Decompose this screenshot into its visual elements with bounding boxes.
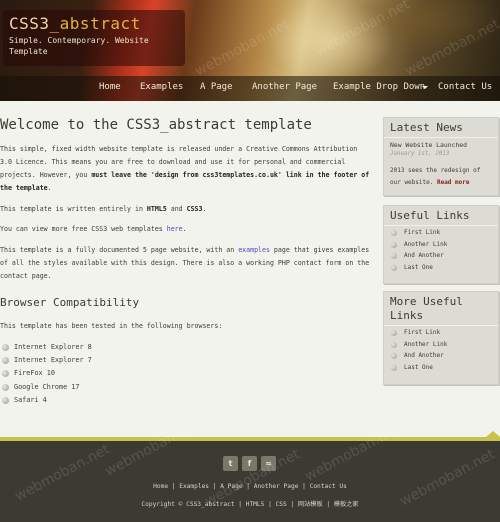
html5-text: This template is written entirely in xyxy=(0,205,147,213)
browser-name: Internet Explorer 7 xyxy=(14,356,92,364)
news-date: January 1st, 2013 xyxy=(390,151,450,157)
intro-end: . xyxy=(47,184,52,192)
documented-text: This template is a fully documented 5 pa… xyxy=(0,246,239,254)
html5-and: and xyxy=(166,205,187,213)
link-label[interactable]: And Another xyxy=(404,352,444,359)
useful-links-title: Useful Links xyxy=(390,209,470,222)
browser-name: FireFox 10 xyxy=(14,369,55,377)
logo-title-main: CSS3 xyxy=(9,14,50,33)
browser-name: Internet Explorer 8 xyxy=(14,343,92,351)
news-text: 2013 sees the redesign of our website. R… xyxy=(390,165,494,189)
link-label[interactable]: Last One xyxy=(404,364,433,371)
menu-item-home[interactable]: Home xyxy=(99,82,121,92)
more-templates-paragraph: You can view more free CSS3 web template… xyxy=(0,223,370,236)
useful-links-box: Useful Links First Link Another Link And… xyxy=(383,205,499,284)
news-headline: New Website Launched xyxy=(390,141,467,149)
bullet-icon xyxy=(2,357,9,364)
bullet-icon xyxy=(391,253,397,259)
bullet-icon xyxy=(391,353,397,359)
css3-bold: CSS3 xyxy=(186,205,203,213)
menu-item-a-page[interactable]: A Page xyxy=(200,82,233,92)
browser-compat-intro: This template has been tested in the fol… xyxy=(0,322,223,330)
link-label[interactable]: First Link xyxy=(404,329,440,336)
bullet-icon xyxy=(391,342,397,348)
link-label[interactable]: Last One xyxy=(404,264,433,271)
link-label[interactable]: First Link xyxy=(404,229,440,236)
more-useful-links-title: More Useful Links xyxy=(390,295,463,322)
bullet-icon xyxy=(391,365,397,371)
latest-news-title: Latest News xyxy=(390,121,463,134)
divider xyxy=(384,325,498,326)
bullet-icon xyxy=(2,344,9,351)
bullet-icon xyxy=(2,397,9,404)
menu-item-another-page[interactable]: Another Page xyxy=(252,82,317,92)
browser-compat-heading: Browser Compatibility xyxy=(0,296,140,309)
latest-news-box: Latest News New Website Launched January… xyxy=(383,117,499,196)
menu-item-example-drop-down[interactable]: Example Drop Down xyxy=(333,82,425,92)
documented-paragraph: This template is a fully documented 5 pa… xyxy=(0,244,370,283)
more-useful-links-box: More Useful Links First Link Another Lin… xyxy=(383,291,499,385)
site-slogan: Simple. Contemporary. Website Template xyxy=(9,36,149,56)
bullet-icon xyxy=(391,330,397,336)
more-templates-text: You can view more free CSS3 web template… xyxy=(0,225,167,233)
browser-name: Google Chrome 17 xyxy=(14,383,80,391)
bullet-icon xyxy=(2,384,9,391)
twitter-icon[interactable]: t xyxy=(223,456,238,471)
bullet-icon xyxy=(2,370,9,377)
here-link[interactable]: here xyxy=(167,225,183,233)
dropdown-caret-icon xyxy=(422,86,428,89)
bullet-icon xyxy=(391,242,397,248)
examples-link[interactable]: examples xyxy=(238,246,270,254)
menu-item-examples[interactable]: Examples xyxy=(140,82,183,92)
browser-name: Safari 4 xyxy=(14,396,47,404)
link-label[interactable]: Another Link xyxy=(404,241,447,248)
menu-item-contact-us[interactable]: Contact Us xyxy=(438,82,492,92)
site-logo-title[interactable]: CSS3_abstract xyxy=(9,14,141,33)
divider xyxy=(384,225,498,226)
html5-end: . xyxy=(202,205,207,213)
html5-bold: HTML5 xyxy=(146,205,167,213)
logo-title-accent: _abstract xyxy=(49,14,141,33)
bullet-icon xyxy=(391,265,397,271)
page-heading: Welcome to the CSS3_abstract template xyxy=(0,117,312,133)
divider xyxy=(384,137,498,138)
link-label[interactable]: And Another xyxy=(404,252,444,259)
more-templates-end: . xyxy=(182,225,187,233)
footer-copyright: Copyright © CSS3_abstract | HTML5 | CSS … xyxy=(141,501,359,508)
bullet-icon xyxy=(391,230,397,236)
intro-paragraph: This simple, fixed width website templat… xyxy=(0,143,370,195)
read-more-link[interactable]: Read more xyxy=(437,179,470,186)
html5-paragraph: This template is written entirely in HTM… xyxy=(0,203,370,216)
link-label[interactable]: Another Link xyxy=(404,341,447,348)
